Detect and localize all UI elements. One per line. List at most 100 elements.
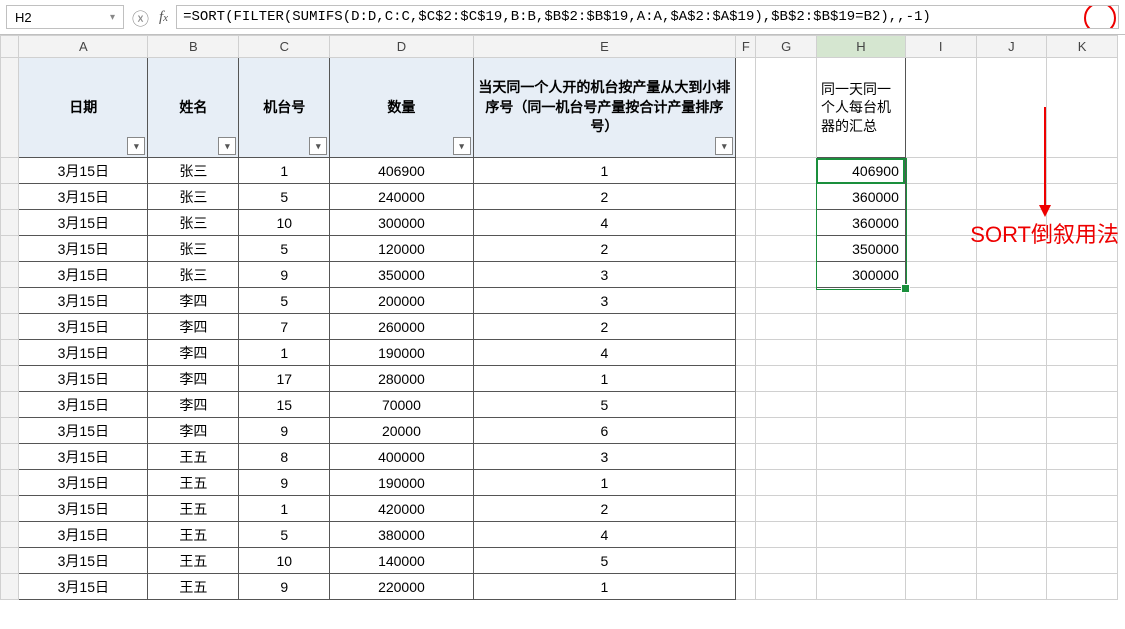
name-box[interactable]: H2 ▾ — [6, 5, 124, 29]
cell[interactable] — [976, 314, 1047, 340]
cell[interactable] — [756, 158, 817, 184]
cell[interactable]: 3月15日 — [19, 574, 148, 600]
col-header-J[interactable]: J — [976, 36, 1047, 58]
row-header[interactable] — [1, 392, 19, 418]
col-header-D[interactable]: D — [330, 36, 473, 58]
cell[interactable] — [756, 288, 817, 314]
cell-H14[interactable] — [816, 470, 905, 496]
cell[interactable] — [736, 574, 756, 600]
cell[interactable]: 10 — [239, 210, 330, 236]
cell[interactable] — [905, 548, 976, 574]
col-header-A[interactable]: A — [19, 36, 148, 58]
cell[interactable] — [1047, 158, 1118, 184]
cell[interactable]: 李四 — [148, 418, 239, 444]
cell[interactable] — [736, 548, 756, 574]
cell[interactable]: 3月15日 — [19, 418, 148, 444]
cell[interactable]: 220000 — [330, 574, 473, 600]
cell[interactable]: 1 — [473, 470, 736, 496]
cell[interactable] — [1047, 262, 1118, 288]
cell[interactable] — [736, 262, 756, 288]
cell[interactable]: 4 — [473, 522, 736, 548]
filter-button[interactable]: ▾ — [715, 137, 733, 155]
row-header[interactable] — [1, 262, 19, 288]
cell[interactable]: 3月15日 — [19, 340, 148, 366]
cell[interactable] — [756, 444, 817, 470]
cell[interactable] — [905, 288, 976, 314]
cell[interactable]: 李四 — [148, 288, 239, 314]
cell[interactable] — [736, 288, 756, 314]
row-header[interactable] — [1, 158, 19, 184]
cell[interactable]: 3月15日 — [19, 236, 148, 262]
cell[interactable]: 王五 — [148, 522, 239, 548]
cell[interactable]: 1 — [473, 574, 736, 600]
cell[interactable]: 3 — [473, 444, 736, 470]
cell[interactable] — [756, 470, 817, 496]
cell[interactable]: 280000 — [330, 366, 473, 392]
cell[interactable]: 3月15日 — [19, 184, 148, 210]
cell[interactable] — [976, 392, 1047, 418]
cell[interactable]: 5 — [473, 392, 736, 418]
cell[interactable]: 70000 — [330, 392, 473, 418]
cell[interactable]: 1 — [239, 158, 330, 184]
cell-H10[interactable] — [816, 366, 905, 392]
cell[interactable]: 李四 — [148, 314, 239, 340]
cell[interactable] — [905, 496, 976, 522]
col-header-C[interactable]: C — [239, 36, 330, 58]
cell[interactable] — [736, 392, 756, 418]
chevron-down-icon[interactable]: ▾ — [110, 12, 115, 23]
cell[interactable]: 4 — [473, 210, 736, 236]
cell[interactable] — [976, 262, 1047, 288]
cell[interactable] — [905, 158, 976, 184]
cell[interactable] — [1047, 392, 1118, 418]
column-header-row[interactable]: A B C D E F G H I J K — [1, 36, 1118, 58]
cell[interactable]: 1 — [239, 496, 330, 522]
cell[interactable] — [976, 236, 1047, 262]
cell[interactable]: 6 — [473, 418, 736, 444]
cell[interactable] — [736, 366, 756, 392]
hdr-rank[interactable]: 当天同一个人开的机台按产量从大到小排序号（同一机台号产量按合计产量排序号）▾ — [473, 58, 736, 158]
cell[interactable] — [736, 470, 756, 496]
cell[interactable] — [976, 496, 1047, 522]
row-header[interactable] — [1, 444, 19, 470]
cell[interactable]: 4 — [473, 340, 736, 366]
cell[interactable]: 王五 — [148, 470, 239, 496]
cell-H6[interactable]: 300000 — [816, 262, 905, 288]
cell-H4[interactable]: 360000 — [816, 210, 905, 236]
cell[interactable] — [736, 496, 756, 522]
row-header[interactable] — [1, 314, 19, 340]
cell[interactable] — [756, 548, 817, 574]
cell[interactable]: 3月15日 — [19, 288, 148, 314]
cell[interactable]: 260000 — [330, 314, 473, 340]
cell[interactable]: 240000 — [330, 184, 473, 210]
row-header[interactable] — [1, 210, 19, 236]
cell[interactable]: 1 — [473, 366, 736, 392]
cell[interactable] — [976, 366, 1047, 392]
cell[interactable]: 王五 — [148, 574, 239, 600]
cell-H8[interactable] — [816, 314, 905, 340]
cell[interactable]: 380000 — [330, 522, 473, 548]
cell[interactable] — [736, 522, 756, 548]
cell[interactable]: 王五 — [148, 444, 239, 470]
cell[interactable]: 3月15日 — [19, 522, 148, 548]
cell[interactable]: 9 — [239, 262, 330, 288]
cell[interactable]: 190000 — [330, 340, 473, 366]
cell-H13[interactable] — [816, 444, 905, 470]
row-header[interactable] — [1, 366, 19, 392]
cell-H7[interactable] — [816, 288, 905, 314]
cell[interactable]: 2 — [473, 236, 736, 262]
cell[interactable] — [905, 574, 976, 600]
cell-H18[interactable] — [816, 574, 905, 600]
cell[interactable]: 10 — [239, 548, 330, 574]
cell-H12[interactable] — [816, 418, 905, 444]
cell[interactable]: 2 — [473, 496, 736, 522]
cell[interactable] — [736, 444, 756, 470]
cell[interactable] — [976, 522, 1047, 548]
cell[interactable] — [756, 522, 817, 548]
select-all-corner[interactable] — [1, 36, 19, 58]
cell[interactable] — [756, 496, 817, 522]
cell-H3[interactable]: 360000 — [816, 184, 905, 210]
cell-H16[interactable] — [816, 522, 905, 548]
col-header-H[interactable]: H — [816, 36, 905, 58]
cell[interactable] — [736, 158, 756, 184]
cell[interactable]: 3月15日 — [19, 210, 148, 236]
